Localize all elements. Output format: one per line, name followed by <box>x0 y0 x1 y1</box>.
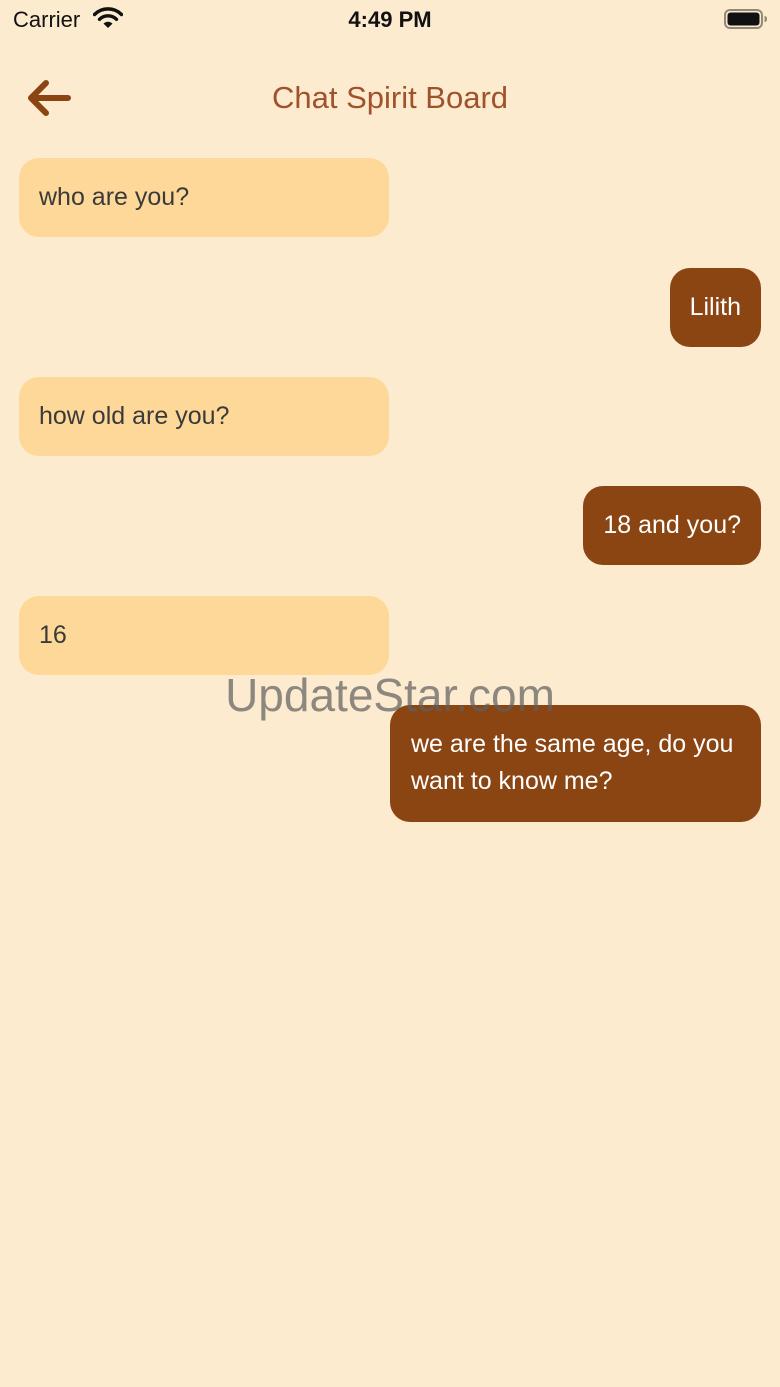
message-bubble-outgoing: we are the same age, do you want to know… <box>390 705 761 822</box>
status-bar: Carrier 4:49 PM <box>0 0 780 40</box>
message-bubble-outgoing: 18 and you? <box>583 486 761 565</box>
message-bubble-incoming: who are you? <box>19 158 389 237</box>
battery-icon <box>724 9 767 29</box>
status-time: 4:49 PM <box>348 7 432 32</box>
message-bubble-incoming: how old are you? <box>19 377 389 456</box>
message-bubble-incoming: 16 <box>19 596 389 675</box>
page-title: Chat Spirit Board <box>271 80 509 115</box>
message-bubble-outgoing: Lilith <box>669 268 761 347</box>
nav-bar: Chat Spirit Board <box>0 60 780 140</box>
